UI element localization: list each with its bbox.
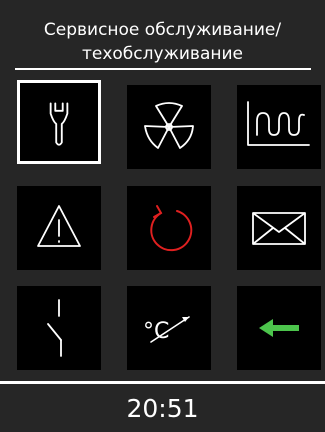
menu-item-temperature[interactable]: °C xyxy=(127,286,211,370)
refresh-circle-icon xyxy=(150,205,193,252)
menu-item-alarm[interactable] xyxy=(17,186,101,270)
temperature-adjust-icon: °C xyxy=(143,316,190,344)
back-arrow-icon xyxy=(259,319,299,337)
heating-coil-icon xyxy=(247,101,310,146)
footer-divider xyxy=(0,381,325,384)
menu-item-reset[interactable] xyxy=(127,186,211,270)
page-title: Сервисное обслуживание/ техобслуживание xyxy=(0,18,325,66)
wrench-icon xyxy=(49,102,69,146)
temperature-unit-label: °C xyxy=(143,319,169,344)
service-screen: Сервисное обслуживание/ техобслуживание xyxy=(0,0,325,432)
menu-item-service[interactable] xyxy=(17,80,101,164)
envelope-icon xyxy=(252,212,306,245)
clock: 20:51 xyxy=(126,394,199,423)
menu-item-back[interactable] xyxy=(237,286,321,370)
menu-item-heating[interactable] xyxy=(237,85,321,169)
menu-item-switch[interactable] xyxy=(17,286,101,370)
switch-icon xyxy=(47,299,62,357)
menu-item-messages[interactable] xyxy=(237,186,321,270)
page-title-line1: Сервисное обслуживание/ xyxy=(43,20,282,40)
warning-icon xyxy=(37,205,81,247)
page-title-line2: техобслуживание xyxy=(81,44,243,64)
fan-icon xyxy=(144,102,194,149)
title-divider xyxy=(15,68,311,70)
menu-item-fan[interactable] xyxy=(127,85,211,169)
